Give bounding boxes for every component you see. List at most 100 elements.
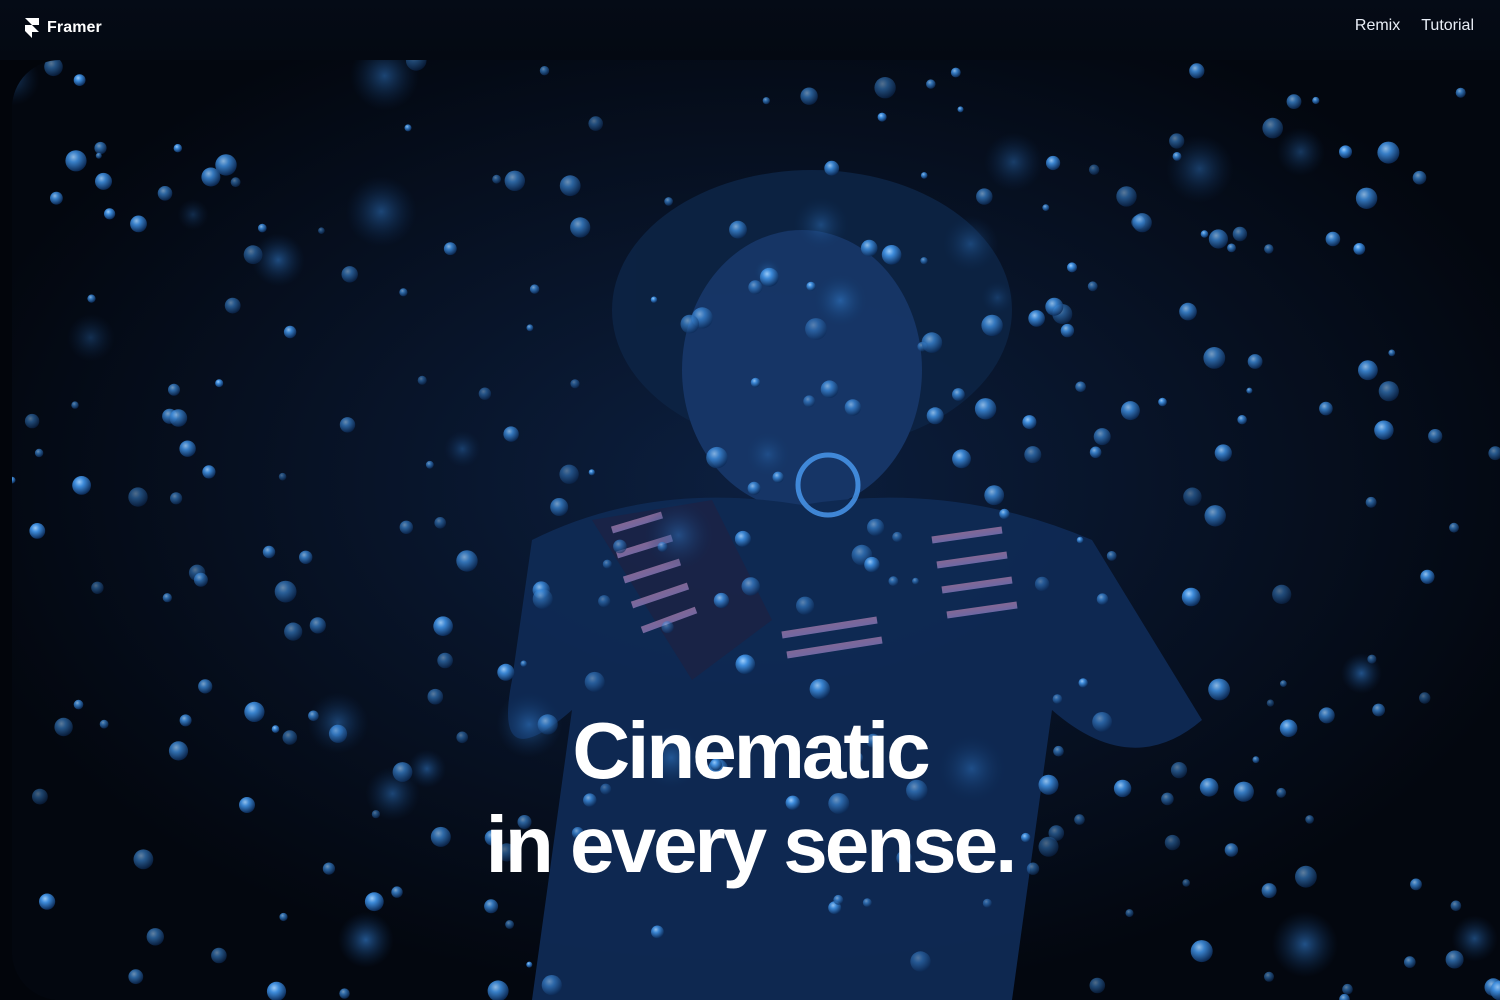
bubble — [437, 652, 453, 669]
bubble — [803, 395, 816, 408]
bubble — [130, 215, 147, 233]
bubble — [1355, 187, 1378, 209]
bubble — [867, 518, 885, 536]
bubble — [1455, 87, 1466, 98]
bubble — [1183, 487, 1202, 506]
bubble — [1419, 692, 1431, 704]
bubble — [729, 220, 747, 239]
bubble — [1280, 680, 1287, 687]
bubble — [952, 388, 965, 401]
bubble — [283, 325, 297, 339]
bubble — [258, 223, 267, 233]
top-bar: Framer Remix Tutorial — [0, 0, 1500, 60]
bubble — [613, 539, 627, 554]
bubble — [881, 245, 902, 265]
bubble — [67, 313, 115, 362]
bubble — [170, 492, 183, 505]
bubble — [974, 398, 997, 420]
bubble — [417, 375, 427, 385]
bubble — [892, 531, 903, 543]
bubble — [984, 485, 1005, 506]
bubble — [278, 472, 287, 481]
bubble — [713, 592, 730, 609]
bubble — [1208, 678, 1230, 701]
bubble — [1264, 244, 1274, 254]
bubble — [1132, 213, 1152, 233]
bubble — [309, 617, 326, 634]
bubble — [526, 324, 534, 332]
bubble — [981, 281, 1014, 315]
bubble — [532, 589, 553, 609]
bubble — [1203, 347, 1226, 369]
bubble — [95, 172, 112, 190]
bubble — [796, 596, 815, 615]
bubble — [168, 383, 180, 396]
bubble — [1378, 381, 1399, 402]
bubble — [844, 399, 862, 416]
bubble — [128, 487, 148, 507]
bubble — [1286, 94, 1302, 109]
bubble — [1022, 415, 1037, 430]
bubble — [950, 67, 961, 78]
bubble — [1342, 983, 1353, 995]
bubble — [1181, 587, 1201, 607]
bubble — [526, 961, 533, 968]
brand-name: Framer — [47, 19, 102, 36]
bubble — [337, 911, 394, 968]
bubble — [874, 77, 896, 99]
bubble — [91, 581, 104, 594]
bubble — [651, 925, 664, 939]
bubble — [793, 197, 849, 253]
nav-link-remix[interactable]: Remix — [1355, 17, 1400, 35]
bubble — [71, 401, 79, 409]
bubble — [177, 199, 209, 231]
bubble — [982, 898, 992, 908]
bubble — [1067, 262, 1077, 273]
bubble — [1034, 576, 1050, 592]
bubble — [1052, 694, 1063, 704]
bubble — [1272, 584, 1292, 605]
bubble — [179, 440, 196, 457]
bubble — [1096, 593, 1109, 605]
bubble — [1172, 152, 1182, 161]
bubble — [539, 66, 550, 76]
bubble — [478, 387, 492, 400]
bubble — [1089, 977, 1106, 994]
bubble — [750, 377, 761, 388]
bubble — [50, 191, 63, 205]
bubble — [18, 66, 25, 73]
bubble — [202, 465, 216, 479]
bubble — [1116, 186, 1137, 207]
bubble — [921, 332, 943, 353]
bubble — [1388, 349, 1396, 357]
bubble — [1169, 133, 1185, 149]
bubble — [570, 379, 580, 389]
bubble — [1262, 117, 1283, 139]
bubble — [1246, 387, 1253, 394]
bubble — [860, 239, 878, 257]
brand-link[interactable]: Framer — [25, 18, 102, 38]
bubble — [29, 523, 46, 539]
bubble — [434, 517, 447, 529]
bubble — [162, 593, 172, 603]
bubble — [598, 595, 611, 608]
bubble — [1125, 909, 1134, 918]
bubble — [1312, 96, 1320, 105]
bubble — [341, 266, 358, 283]
bubble — [24, 413, 40, 429]
bubble — [1106, 551, 1117, 561]
bubble — [1319, 401, 1333, 416]
bubble — [34, 448, 44, 458]
bubble — [772, 471, 784, 483]
bubble — [497, 663, 515, 681]
bubble — [279, 912, 288, 922]
nav-link-tutorial[interactable]: Tutorial — [1421, 17, 1474, 35]
bubble — [926, 407, 944, 425]
bubble — [1042, 204, 1050, 212]
bubble — [1227, 243, 1236, 253]
bubble — [735, 654, 756, 675]
bubble — [1078, 678, 1088, 688]
bubble — [584, 671, 605, 692]
bubble — [1325, 231, 1341, 247]
bubble — [824, 160, 840, 176]
